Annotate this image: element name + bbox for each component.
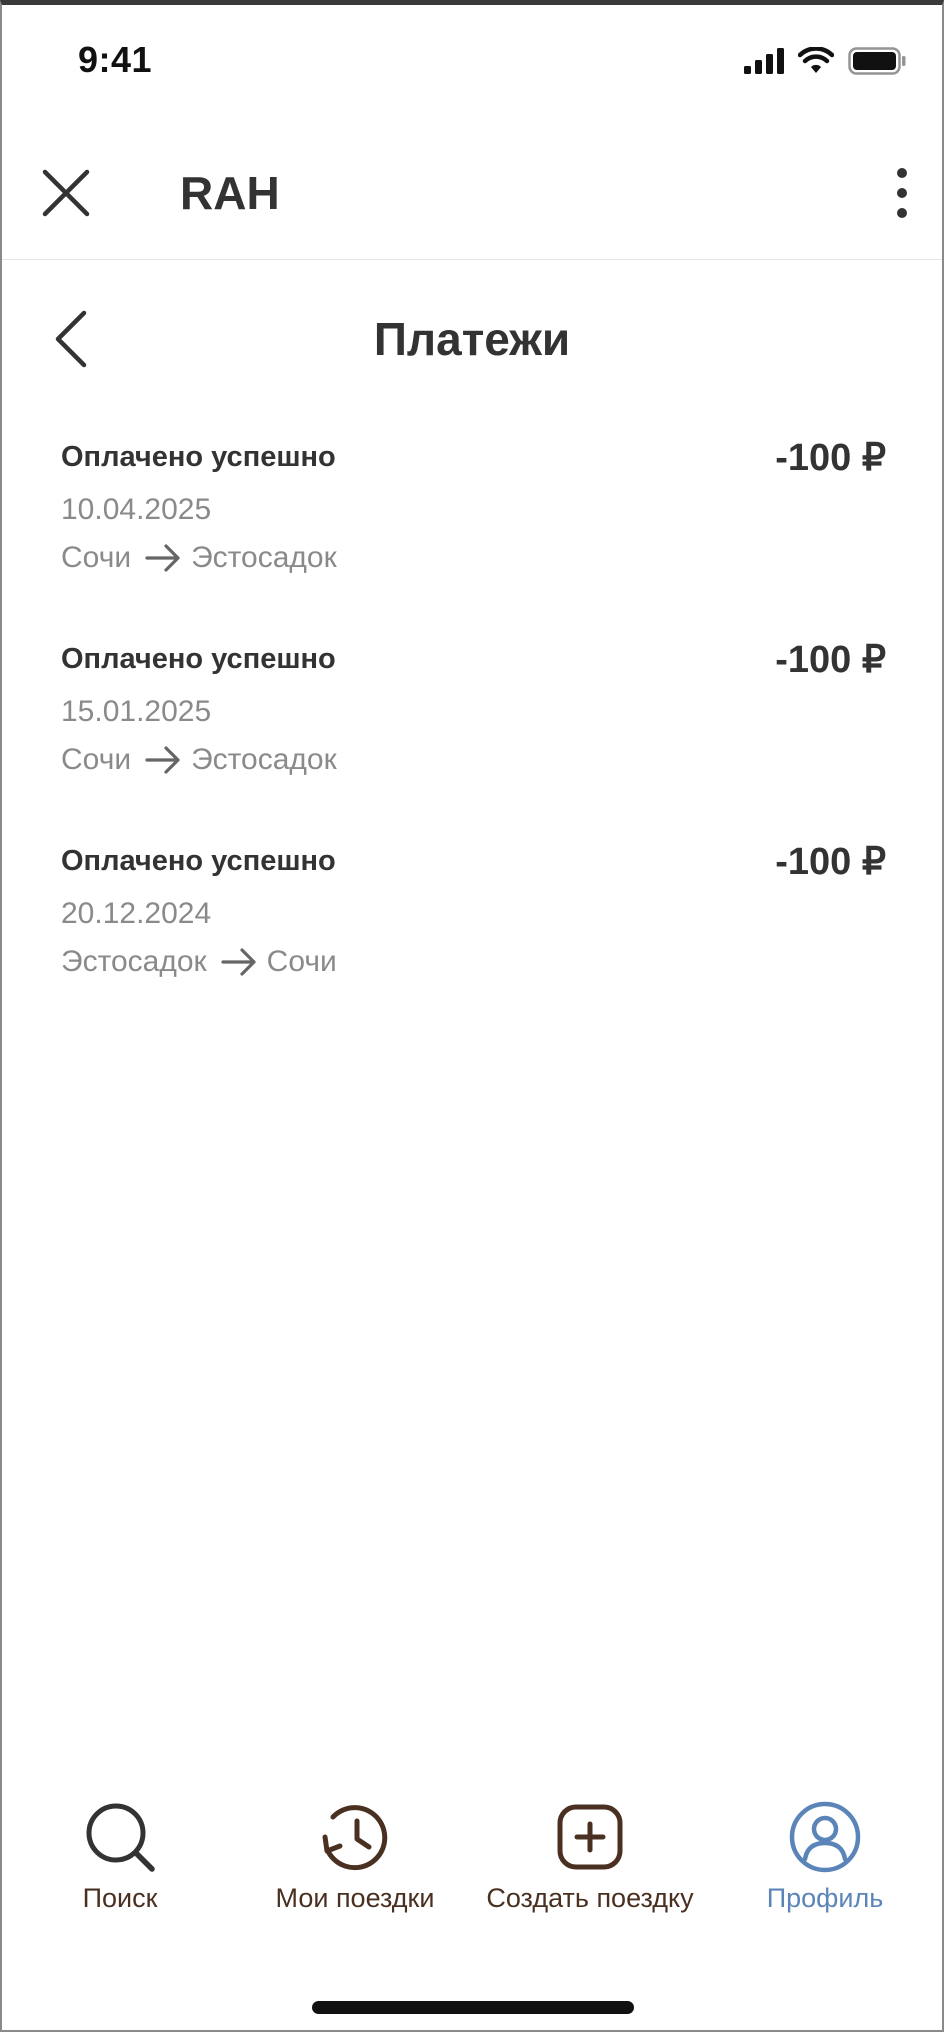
payment-status: Оплачено успешно (61, 643, 336, 675)
page-title: Платежи (373, 313, 571, 365)
search-icon (86, 1803, 155, 1872)
tab-label: Поиск (82, 1883, 158, 1913)
route-to: Эстосадок (191, 743, 337, 776)
phone-screen: 9:41 RAH Платежи Оплачено успешно -100 ₽… (0, 0, 944, 2032)
payment-route: Эстосадок Сочи (61, 945, 337, 979)
tab-search[interactable]: Поиск (10, 1785, 230, 1925)
payment-date: 20.12.2024 (61, 897, 212, 930)
status-bar: 9:41 (2, 5, 942, 125)
home-indicator (312, 2001, 634, 2014)
status-icons (744, 47, 906, 75)
tab-label: Мои поездки (275, 1883, 435, 1913)
route-to: Эстосадок (191, 541, 337, 574)
bottom-tab-bar: Поиск Мои поездки Создать поездку Профил… (2, 1785, 942, 1925)
wifi-icon (798, 47, 834, 73)
payment-route: Сочи Эстосадок (61, 743, 337, 777)
route-from: Сочи (61, 541, 132, 574)
payment-amount: -100 ₽ (775, 639, 886, 681)
add-square-icon (557, 1804, 623, 1870)
arrow-right-icon (145, 544, 180, 572)
payment-date: 15.01.2025 (61, 695, 212, 728)
close-button[interactable] (38, 165, 94, 221)
status-time: 9:41 (78, 39, 153, 80)
profile-icon (789, 1801, 861, 1873)
route-from: Сочи (61, 743, 132, 776)
payment-route: Сочи Эстосадок (61, 541, 337, 575)
payment-item[interactable]: Оплачено успешно -100 ₽ 15.01.2025 Сочи … (61, 637, 886, 839)
payment-status: Оплачено успешно (61, 441, 336, 473)
tab-my-trips[interactable]: Мои поездки (245, 1785, 465, 1925)
more-options-button[interactable] (888, 163, 916, 223)
payments-list: Оплачено успешно -100 ₽ 10.04.2025 Сочи … (61, 435, 886, 1041)
history-icon (322, 1805, 388, 1871)
tab-profile[interactable]: Профиль (715, 1785, 935, 1925)
arrow-right-icon (145, 746, 180, 774)
route-to: Сочи (266, 945, 337, 978)
payment-item[interactable]: Оплачено успешно -100 ₽ 10.04.2025 Сочи … (61, 435, 886, 637)
arrow-right-icon (221, 948, 256, 976)
cellular-signal-icon (744, 48, 784, 74)
tab-label: Профиль (766, 1883, 884, 1913)
tab-label: Создать поездку (486, 1883, 694, 1913)
battery-icon (848, 47, 906, 75)
tab-create-trip[interactable]: Создать поездку (480, 1785, 700, 1925)
close-icon (42, 169, 90, 217)
app-title: RAH (180, 167, 280, 219)
payment-item[interactable]: Оплачено успешно -100 ₽ 20.12.2024 Эстос… (61, 839, 886, 1041)
more-vertical-icon (897, 168, 907, 218)
route-from: Эстосадок (61, 945, 207, 978)
app-header: RAH (2, 135, 942, 260)
payment-amount: -100 ₽ (775, 841, 886, 883)
payment-amount: -100 ₽ (775, 437, 886, 479)
payment-date: 10.04.2025 (61, 493, 212, 526)
page-header: Платежи (2, 295, 942, 385)
payment-status: Оплачено успешно (61, 845, 336, 877)
